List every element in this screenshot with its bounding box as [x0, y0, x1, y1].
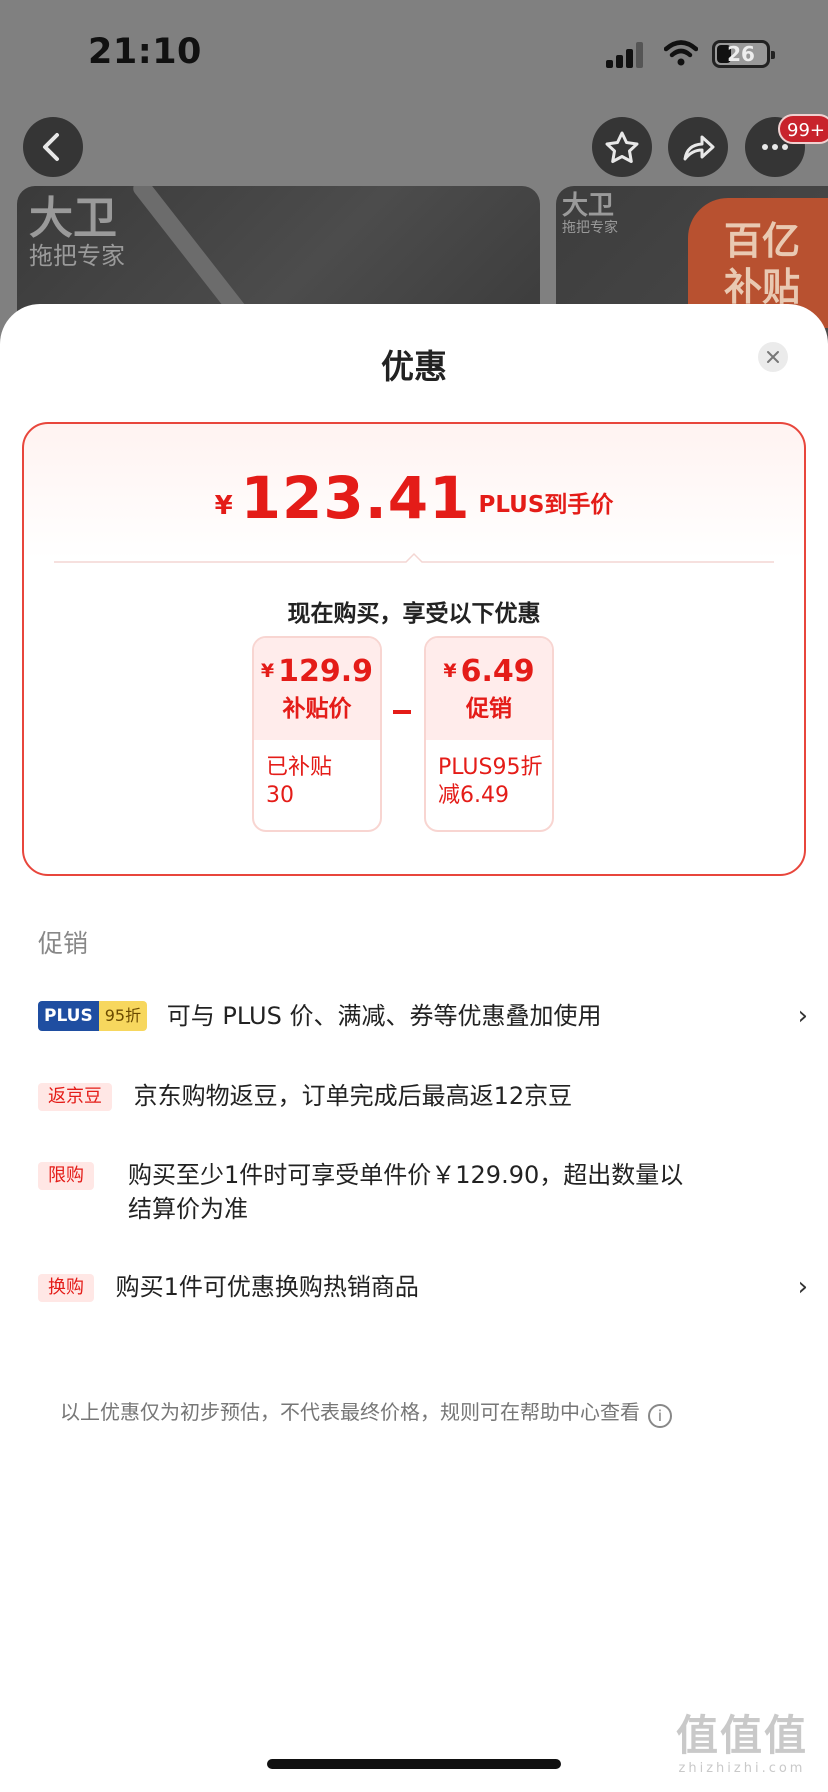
- notification-badge: 99+: [778, 114, 828, 144]
- final-price-label: PLUS到手价: [478, 492, 614, 518]
- brand-logo: 大卫 拖把专家: [29, 193, 125, 271]
- promo-detail-amount: 减6.49: [438, 783, 509, 808]
- close-icon: [767, 351, 779, 363]
- minus-sign: [393, 710, 411, 714]
- final-price-amount: 123.41: [240, 464, 471, 532]
- subsidy-price-name: 补贴价: [282, 696, 352, 722]
- background-page: 21:10 26 99+ 大卫 拖把专家 大卫 拖把专家 百亿 补贴: [0, 0, 828, 346]
- disclaimer-text: 以上优惠仅为初步预估，不代表最终价格，规则可在帮助中心查看: [60, 1400, 640, 1424]
- wifi-icon: [664, 40, 698, 66]
- final-price: ¥123.41 PLUS到手价: [24, 464, 804, 532]
- limit-tag: 限购: [38, 1162, 94, 1190]
- subsidy-detail: 已补贴: [266, 755, 333, 780]
- promo-text: 可与 PLUS 价、满减、券等优惠叠加使用: [166, 1002, 602, 1030]
- promo-value: 6.49: [460, 654, 535, 689]
- sheet-title: 优惠: [381, 347, 447, 386]
- share-icon: [683, 135, 715, 161]
- cellular-signal-icon: [606, 42, 646, 68]
- promo-text-cont: 结算价为准: [128, 1195, 248, 1223]
- promo-row-jingdou: 返京豆 京东购物返豆，订单完成后最高返12京豆: [38, 1079, 798, 1119]
- price-summary-card: ¥123.41 PLUS到手价 现在购买，享受以下优惠 ¥129.9 补贴价 已补…: [22, 422, 806, 876]
- chevron-right-icon: ›: [797, 1001, 808, 1031]
- promo-row-limit: 限购 购买至少1件时可享受单件价￥129.90，超出数量以 结算价为准: [38, 1158, 798, 1238]
- promo-row-plus[interactable]: PLUS 95折 可与 PLUS 价、满减、券等优惠叠加使用 ›: [38, 999, 808, 1039]
- home-indicator[interactable]: [267, 1759, 561, 1769]
- subsidy-price-value: 129.9: [278, 654, 374, 689]
- disclaimer: 以上优惠仅为初步预估，不代表最终价格，规则可在帮助中心查看 i: [60, 1396, 672, 1428]
- back-button[interactable]: [23, 117, 83, 177]
- discount-sheet: 优惠 ¥123.41 PLUS到手价 现在购买，享受以下优惠 ¥129.9 补贴价…: [0, 304, 828, 1792]
- star-icon: [605, 131, 639, 163]
- promo-text: 京东购物返豆，订单完成后最高返12京豆: [133, 1082, 573, 1110]
- subsidy-price-box: ¥129.9 补贴价 已补贴 30: [252, 636, 382, 832]
- share-button[interactable]: [668, 117, 728, 177]
- promo-name: 促销: [466, 696, 512, 722]
- info-icon[interactable]: i: [648, 1404, 672, 1428]
- promo-text: 购买1件可优惠换购热销商品: [115, 1273, 419, 1301]
- promo-text: 购买至少1件时可享受单件价￥129.90，超出数量以: [128, 1161, 684, 1189]
- discount-subheading: 现在购买，享受以下优惠: [287, 601, 541, 627]
- status-bar: 21:10 26: [0, 30, 828, 80]
- favorite-button[interactable]: [592, 117, 652, 177]
- battery-icon: 26: [712, 40, 775, 68]
- plus-discount-tag: PLUS 95折: [38, 1001, 148, 1031]
- section-label: 促销: [38, 929, 89, 958]
- divider-notch: [54, 552, 774, 563]
- promo-detail: PLUS95折: [438, 755, 543, 780]
- promo-box: ¥6.49 促销 PLUS95折 减6.49: [424, 636, 554, 832]
- battery-level: 26: [727, 42, 755, 66]
- subsidy-detail-amount: 30: [266, 783, 294, 808]
- close-button[interactable]: [758, 342, 788, 372]
- chevron-right-icon: ›: [797, 1272, 808, 1302]
- jingdou-tag: 返京豆: [38, 1083, 112, 1111]
- currency-symbol: ¥: [214, 491, 233, 521]
- watermark: 值值值 zhizhizhi.com: [676, 1711, 809, 1777]
- exchange-tag: 换购: [38, 1274, 94, 1302]
- chevron-left-icon: [43, 133, 59, 161]
- brand-logo-small: 大卫 拖把专家: [562, 191, 618, 236]
- promo-row-exchange[interactable]: 换购 购买1件可优惠换购热销商品 ›: [38, 1270, 808, 1310]
- status-time: 21:10: [88, 32, 202, 72]
